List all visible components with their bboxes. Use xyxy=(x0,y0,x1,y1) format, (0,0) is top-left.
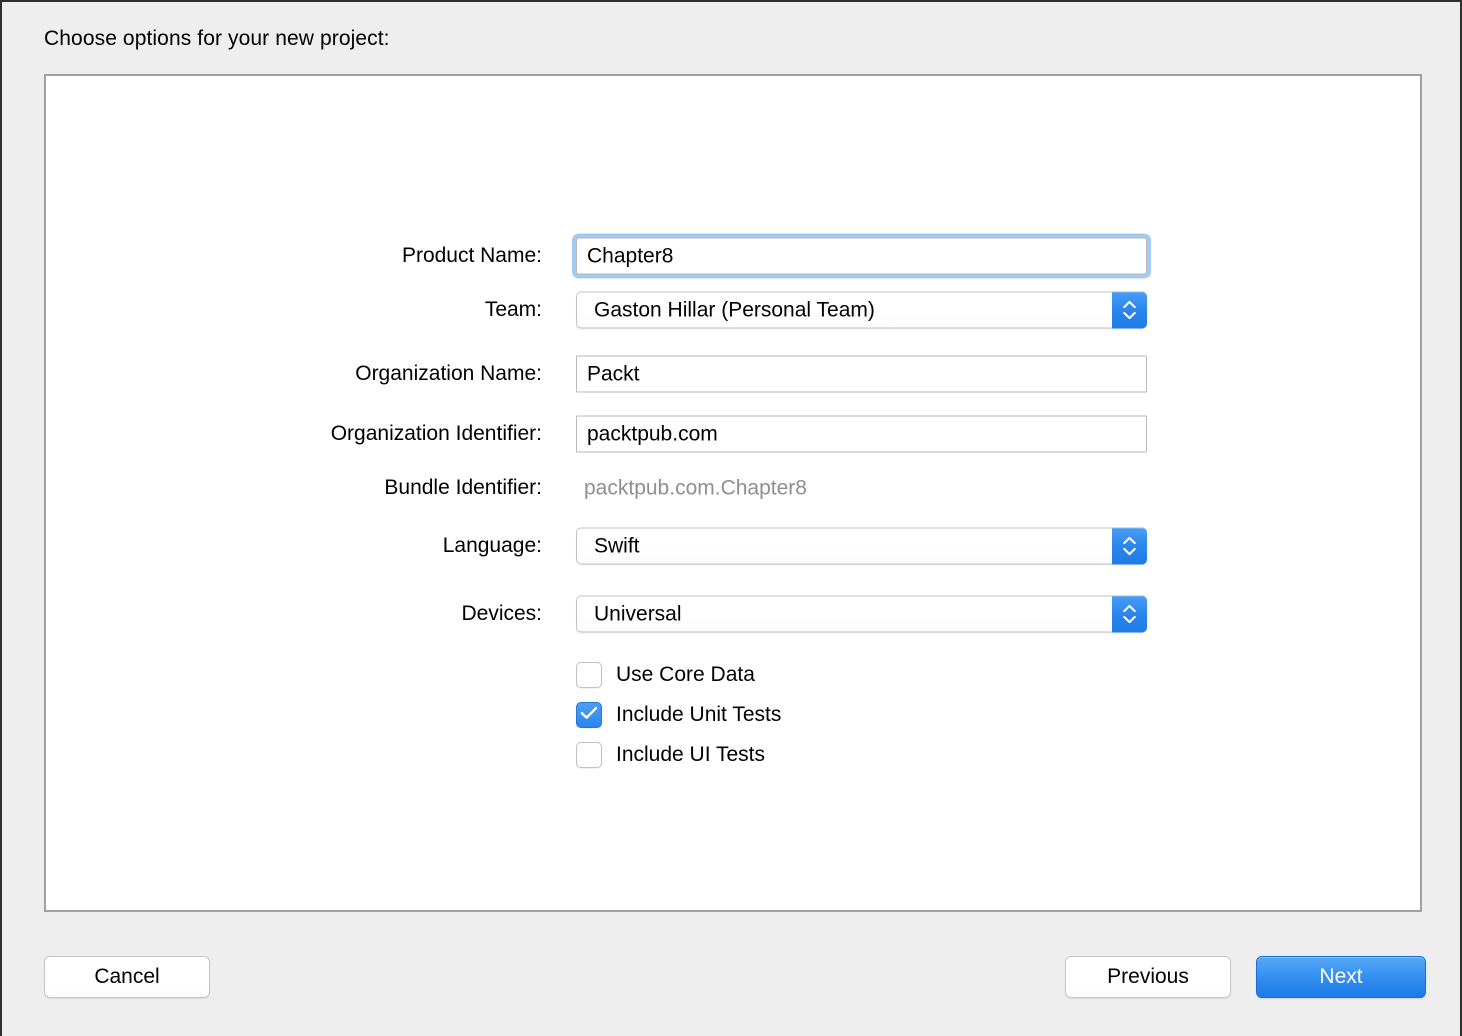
cancel-button[interactable]: Cancel xyxy=(44,956,210,998)
checkbox-label: Include UI Tests xyxy=(616,743,766,766)
chevron-up-icon xyxy=(1123,604,1136,613)
checkbox-label: Include Unit Tests xyxy=(616,703,782,726)
checkbox-include-unit-tests[interactable]: Include Unit Tests xyxy=(576,700,781,730)
bundle-identifier-value: packtpub.com.Chapter8 xyxy=(584,476,807,499)
form-row-bundle-identifier: Bundle Identifier: packtpub.com.Chapter8 xyxy=(46,466,1420,510)
chevron-up-icon xyxy=(1123,536,1136,545)
language-select-face xyxy=(576,527,1147,565)
checkmark-icon xyxy=(580,706,598,725)
form-row-organization-identifier: Organization Identifier: packtpub.com xyxy=(46,412,1420,456)
control-language: Swift xyxy=(576,527,1147,565)
label-organization-identifier: Organization Identifier: xyxy=(330,422,542,445)
product-name-input[interactable]: Chapter8 xyxy=(576,237,1147,275)
form-row-team: Team: Gaston Hillar (Personal Team) xyxy=(46,288,1420,332)
form-row-organization-name: Organization Name: Packt xyxy=(46,352,1420,396)
chevron-down-icon xyxy=(1123,547,1136,556)
chevron-up-icon xyxy=(1123,300,1136,309)
devices-select-value: Universal xyxy=(594,602,682,625)
devices-select[interactable]: Universal xyxy=(576,595,1147,633)
chevron-up-down-icon[interactable] xyxy=(1112,291,1147,329)
team-select[interactable]: Gaston Hillar (Personal Team) xyxy=(576,291,1147,329)
checkbox-box[interactable] xyxy=(576,662,602,688)
control-organization-name: Packt xyxy=(576,355,1147,393)
chevron-down-icon xyxy=(1123,615,1136,624)
form-row-language: Language: Swift xyxy=(46,524,1420,568)
label-product-name: Product Name: xyxy=(401,244,542,267)
checkbox-box[interactable] xyxy=(576,702,602,728)
page-title: Choose options for your new project: xyxy=(44,27,390,50)
new-project-options-dialog: Choose options for your new project: Pro… xyxy=(0,0,1462,1036)
label-team: Team: xyxy=(484,298,542,321)
checkbox-label: Use Core Data xyxy=(616,663,755,686)
checkbox-box[interactable] xyxy=(576,742,602,768)
control-product-name: Chapter8 xyxy=(576,237,1147,275)
checkbox-use-core-data[interactable]: Use Core Data xyxy=(576,660,755,690)
chevron-down-icon xyxy=(1123,311,1136,320)
options-panel: Product Name: Chapter8 Team: Gaston Hill… xyxy=(44,74,1422,912)
label-organization-name: Organization Name: xyxy=(355,362,542,385)
control-bundle-identifier: packtpub.com.Chapter8 xyxy=(576,470,1147,507)
control-organization-identifier: packtpub.com xyxy=(576,415,1147,453)
language-select-value: Swift xyxy=(594,534,640,557)
chevron-up-down-icon[interactable] xyxy=(1112,595,1147,633)
control-devices: Universal xyxy=(576,595,1147,633)
label-bundle-identifier: Bundle Identifier: xyxy=(384,476,542,499)
chevron-up-down-icon[interactable] xyxy=(1112,527,1147,565)
label-language: Language: xyxy=(442,534,542,557)
language-select[interactable]: Swift xyxy=(576,527,1147,565)
organization-identifier-input[interactable]: packtpub.com xyxy=(576,415,1147,453)
control-team: Gaston Hillar (Personal Team) xyxy=(576,291,1147,329)
organization-name-input[interactable]: Packt xyxy=(576,355,1147,393)
form-row-product-name: Product Name: Chapter8 xyxy=(46,234,1420,278)
checkbox-include-ui-tests[interactable]: Include UI Tests xyxy=(576,740,765,770)
previous-button[interactable]: Previous xyxy=(1065,956,1231,998)
form-row-devices: Devices: Universal xyxy=(46,592,1420,636)
label-devices: Devices: xyxy=(461,602,542,625)
next-button[interactable]: Next xyxy=(1256,956,1426,998)
team-select-value: Gaston Hillar (Personal Team) xyxy=(594,298,875,321)
